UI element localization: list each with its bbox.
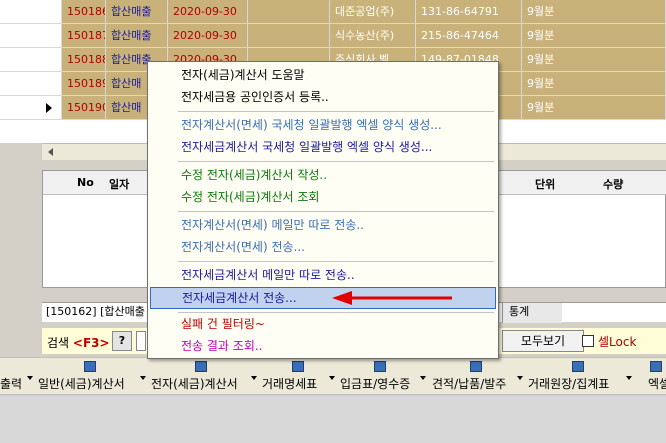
cell-empty[interactable] [248, 24, 330, 48]
menu-separator [178, 261, 494, 262]
red-arrow-icon [332, 291, 452, 305]
document-icon [292, 361, 304, 372]
cell-month[interactable]: 9월분 [522, 24, 666, 48]
chevron-down-icon [517, 376, 523, 380]
cell-date[interactable]: 2020-09-30 [168, 24, 248, 48]
cell-month[interactable]: 9월분 [522, 0, 666, 24]
left-panel-edge [0, 143, 42, 355]
cell-code[interactable]: 150188 [62, 48, 106, 72]
cell-date[interactable]: 2020-09-30 [168, 0, 248, 24]
cell-month[interactable]: 9월분 [522, 96, 666, 120]
toolbar-label: 입금표/영수증 [340, 377, 411, 391]
toolbar-print-button[interactable]: 출력 [0, 358, 34, 396]
toolbar-quote-button[interactable]: 견적/납품/발주 [432, 358, 523, 396]
document-icon [374, 361, 386, 372]
document-icon [84, 361, 96, 372]
row-header[interactable] [0, 48, 62, 72]
cell-biz-no[interactable]: 131-86-64791 [416, 0, 522, 24]
menu-item-tax-excel-template[interactable]: 전자세금계산서 국세청 일괄발행 엑셀 양식 생성... [150, 136, 496, 158]
cell-company[interactable]: 식수농산(주) [330, 24, 416, 48]
document-icon [470, 361, 482, 372]
col-header-qty[interactable]: 수량 [603, 176, 623, 192]
toolbar-label: 전자(세금)계산서 [151, 377, 238, 391]
toolbar-e-invoice-button[interactable]: 전자(세금)계산서 [151, 358, 257, 396]
cell-type[interactable]: 합산매출 [106, 24, 168, 48]
help-button[interactable]: ? [112, 331, 132, 351]
menu-item-amend-create[interactable]: 수정 전자(세금)계산서 작성.. [150, 164, 496, 186]
toolbar-label: 출력 [0, 377, 23, 391]
cell-company[interactable]: 대준공업(주) [330, 0, 416, 24]
menu-item-tax-mail-only[interactable]: 전자세금계산서 메일만 따로 전송.. [150, 264, 496, 286]
cell-lock-checkbox[interactable] [582, 335, 594, 347]
status-strip [0, 396, 666, 443]
col-header-date[interactable]: 일자 [109, 176, 129, 192]
cell-month[interactable]: 9월분 [522, 48, 666, 72]
chevron-down-icon [251, 376, 257, 380]
cell-lock-label: 셀Lock [598, 335, 637, 349]
col-header-unit[interactable]: 단위 [535, 176, 555, 192]
menu-item-send-result[interactable]: 전송 결과 조회.. [150, 335, 496, 357]
cell-month[interactable]: 9월분 [522, 72, 666, 96]
scroll-left-icon[interactable] [48, 148, 53, 156]
document-icon [572, 361, 584, 372]
show-all-button[interactable]: 모두보기 [502, 330, 584, 352]
menu-separator [178, 161, 494, 162]
cell-code[interactable]: 150187 [62, 24, 106, 48]
toolbar-label: 일반(세금)계산서 [38, 377, 125, 391]
toolbar-ledger-button[interactable]: 거래원장/집계표 [528, 358, 632, 396]
chevron-down-icon [140, 376, 146, 380]
toolbar-excel-button[interactable]: 엑셀 [636, 358, 666, 396]
menu-item-register-cert[interactable]: 전자세금용 공인인증서 등록.. [150, 86, 496, 108]
toolbar-general-invoice-button[interactable]: 일반(세금)계산서 [38, 358, 146, 396]
menu-item-tax-free-send[interactable]: 전자계산서(면세) 전송... [150, 236, 496, 258]
cell-code[interactable]: 150189 [62, 72, 106, 96]
chevron-down-icon [626, 376, 632, 380]
table-row[interactable]: 150186 합산매출 2020-09-30 대준공업(주) 131-86-64… [0, 0, 666, 24]
toolbar-label: 견적/납품/발주 [432, 377, 507, 391]
chevron-down-icon [420, 376, 426, 380]
menu-item-filter-failed[interactable]: 실패 건 필터링~ [150, 313, 496, 335]
table-row[interactable]: 150187 합산매출 2020-09-30 식수농산(주) 215-86-47… [0, 24, 666, 48]
e-invoice-context-menu: 전자(세금)계산서 도움말 전자세금용 공인인증서 등록.. 전자계산서(면세)… [147, 61, 499, 359]
row-header[interactable] [0, 96, 62, 120]
toolbar-receipt-button[interactable]: 입금표/영수증 [340, 358, 426, 396]
row-header[interactable] [0, 72, 62, 96]
bottom-toolbar: 출력 일반(세금)계산서 전자(세금)계산서 거래명세표 입금표/영수증 견적/… [0, 357, 666, 395]
col-header-no[interactable]: No [77, 176, 94, 189]
menu-item-amend-view[interactable]: 수정 전자(세금)계산서 조회 [150, 186, 496, 208]
cell-empty[interactable] [248, 0, 330, 24]
menu-separator [178, 211, 494, 212]
cell-biz-no[interactable]: 215-86-47464 [416, 24, 522, 48]
current-record-label: [150162] [합산매출 [46, 305, 145, 318]
cell-code[interactable]: 150186 [62, 0, 106, 24]
search-label: 검색 <F3> [47, 336, 110, 350]
cell-type[interactable]: 합산매출 [106, 0, 168, 24]
arrow-head [332, 291, 352, 305]
chevron-down-icon [27, 376, 33, 380]
toolbar-statement-button[interactable]: 거래명세표 [262, 358, 335, 396]
search-input[interactable] [136, 331, 146, 351]
document-icon [195, 361, 207, 372]
menu-item-tax-free-mail-only[interactable]: 전자계산서(면세) 메일만 따로 전송.. [150, 214, 496, 236]
current-row-arrow-icon [46, 103, 52, 113]
toolbar-label: 엑셀 [648, 377, 666, 391]
row-header[interactable] [0, 24, 62, 48]
toolbar-label: 거래명세표 [262, 377, 318, 391]
toolbar-label: 거래원장/집계표 [528, 377, 610, 391]
menu-separator [178, 111, 494, 112]
row-header[interactable] [0, 0, 62, 24]
chevron-down-icon [329, 376, 335, 380]
cell-code[interactable]: 150190 [62, 96, 106, 120]
menu-item-help[interactable]: 전자(세금)계산서 도움말 [150, 64, 496, 86]
document-icon [650, 361, 662, 372]
tab-stats[interactable]: 통계 [502, 303, 562, 323]
menu-item-tax-free-excel-template[interactable]: 전자계산서(면세) 국세청 일괄발행 엑셀 양식 생성... [150, 114, 496, 136]
